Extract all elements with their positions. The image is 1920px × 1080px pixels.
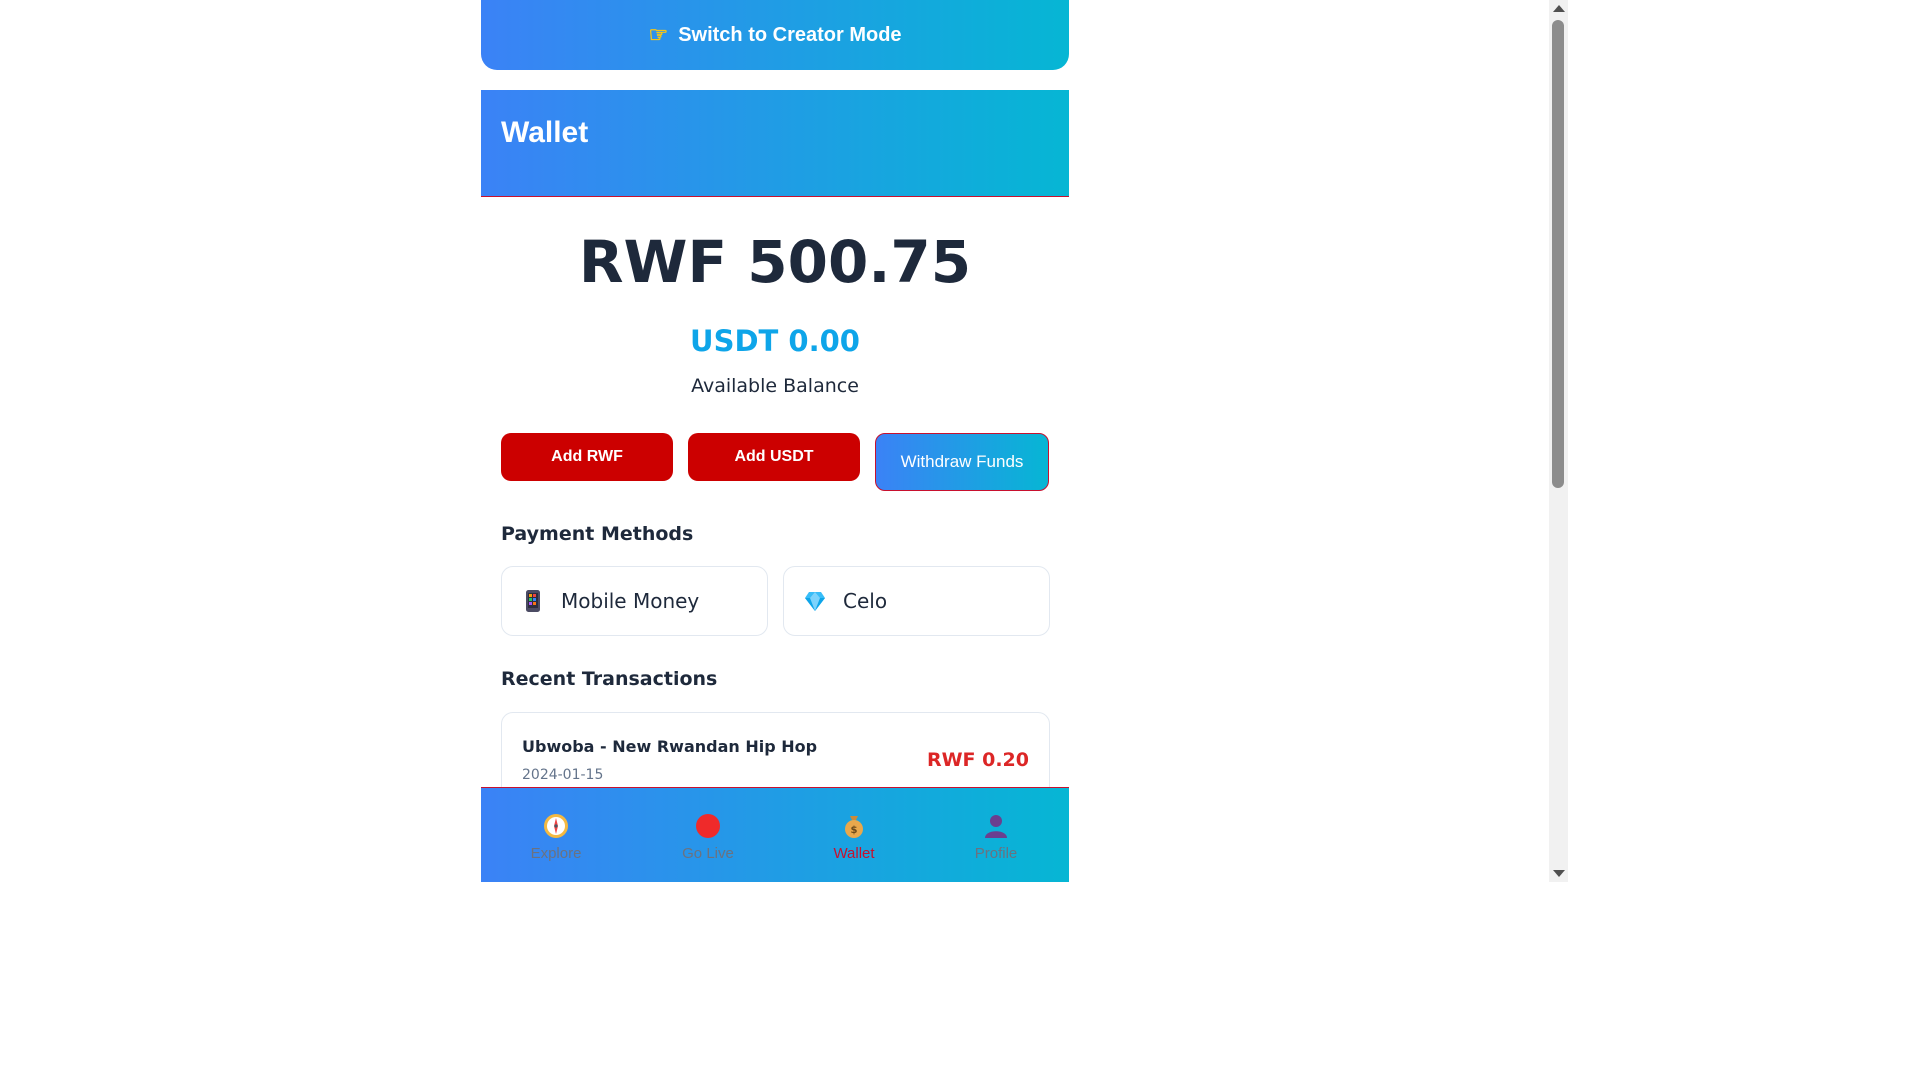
available-balance-label: Available Balance	[691, 375, 859, 397]
mobile-phone-icon	[526, 590, 540, 612]
page-scrollbar[interactable]	[1549, 0, 1568, 882]
payment-method-celo[interactable]: Celo	[783, 566, 1050, 636]
add-rwf-button[interactable]: Add RWF	[501, 433, 673, 481]
nav-label-profile: Profile	[974, 845, 1018, 862]
transaction-date: 2024-01-15	[522, 767, 604, 783]
recent-transactions-title: Recent Transactions	[501, 668, 718, 690]
payment-method-mobile-money[interactable]: Mobile Money	[501, 566, 768, 636]
svg-text:$: $	[851, 825, 858, 836]
wallet-app: ☞ Switch to Creator Mode Wallet RWF 500.…	[481, 0, 1069, 882]
pointing-hand-icon: ☞	[648, 22, 669, 47]
page-title: Wallet	[501, 116, 589, 149]
withdraw-funds-button[interactable]: Withdraw Funds	[875, 433, 1049, 491]
nav-label-go-live: Go Live	[682, 845, 734, 862]
switch-creator-mode-label: Switch to Creator Mode	[678, 23, 902, 46]
nav-label-wallet: Wallet	[833, 845, 875, 862]
rwf-balance: RWF 500.75	[578, 228, 972, 296]
person-icon	[985, 815, 1007, 838]
payment-method-label: Mobile Money	[561, 589, 700, 613]
add-usdt-button[interactable]: Add USDT	[688, 433, 860, 481]
nav-item-explore[interactable]: Explore	[496, 788, 616, 882]
nav-item-wallet[interactable]: $ Wallet	[794, 788, 914, 882]
nav-item-profile[interactable]: Profile	[936, 788, 1056, 882]
scroll-up-arrow-icon[interactable]	[1553, 5, 1565, 12]
red-circle-icon	[696, 814, 720, 838]
compass-icon	[544, 814, 568, 838]
payment-method-label: Celo	[843, 589, 888, 613]
wallet-header: Wallet	[481, 90, 1069, 197]
money-bag-icon: $	[845, 816, 863, 838]
payment-methods-title: Payment Methods	[501, 523, 694, 545]
transaction-amount: RWF 0.20	[926, 749, 1029, 771]
usdt-balance: USDT 0.00	[690, 324, 860, 358]
diamond-icon	[805, 592, 825, 611]
nav-item-go-live[interactable]: Go Live	[648, 788, 768, 882]
bottom-navigation: Explore Go Live $ Wallet Profile	[481, 787, 1069, 882]
nav-label-explore: Explore	[530, 845, 582, 862]
transaction-name: Ubwoba - New Rwandan Hip Hop	[522, 737, 818, 756]
browser-viewport: ☞ Switch to Creator Mode Wallet RWF 500.…	[0, 0, 1568, 882]
scrollbar-thumb[interactable]	[1552, 20, 1564, 488]
switch-creator-mode-button[interactable]: ☞ Switch to Creator Mode	[481, 0, 1069, 70]
scroll-down-arrow-icon[interactable]	[1553, 870, 1565, 877]
